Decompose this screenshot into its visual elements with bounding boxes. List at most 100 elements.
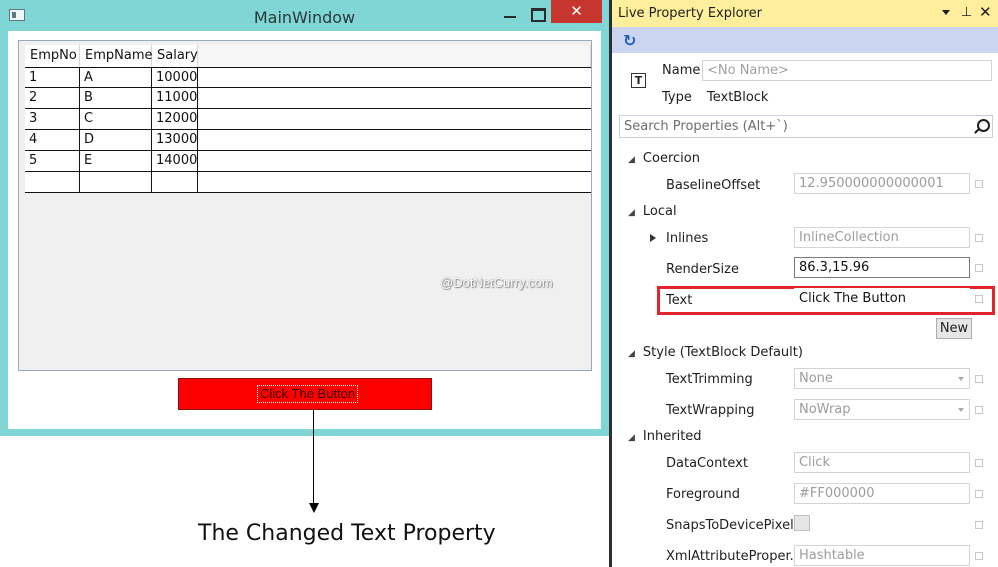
search-placeholder: Search Properties (Alt+`): [624, 119, 788, 134]
close-icon[interactable]: ✕: [979, 3, 992, 21]
row-filler: [198, 109, 591, 129]
prop-value-text[interactable]: Click The Button: [794, 288, 970, 309]
prop-value-textwrapping[interactable]: NoWrap: [794, 399, 970, 420]
prop-value-baselineoffset: 12.950000000000001: [794, 173, 970, 194]
row-filler: [198, 68, 591, 87]
category-inherited[interactable]: ◢ Inherited: [628, 429, 702, 444]
cell-empno[interactable]: 4: [25, 130, 80, 150]
cell-empname[interactable]: D: [80, 130, 152, 150]
cell-empno[interactable]: 5: [25, 151, 80, 171]
main-window-titlebar[interactable]: MainWindow ✕: [0, 0, 609, 32]
collapse-icon[interactable]: ◢: [628, 155, 635, 165]
lpe-toolbar: ↻: [612, 27, 998, 53]
column-header-empname[interactable]: EmpName: [80, 45, 152, 67]
prop-label-rendersize: RenderSize: [666, 262, 739, 277]
lpe-titlebar[interactable]: Live Property Explorer ⊥ ✕: [612, 0, 998, 27]
collapse-icon[interactable]: ◢: [628, 208, 635, 218]
table-row[interactable]: 5 E 14000: [25, 151, 591, 172]
table-row[interactable]: 4 D 13000: [25, 130, 591, 151]
property-marker-icon[interactable]: [975, 264, 983, 272]
prop-label-datacontext: DataContext: [666, 456, 748, 471]
column-header-salary[interactable]: Salary: [152, 45, 198, 67]
snapstodevicepixels-checkbox[interactable]: [794, 515, 810, 531]
category-style[interactable]: ◢ Style (TextBlock Default): [628, 345, 803, 360]
cell-salary[interactable]: 14000: [152, 151, 198, 171]
row-filler: [198, 88, 591, 108]
category-label: Local: [642, 204, 677, 219]
prop-value-xmlattributeproperties: Hashtable: [794, 545, 970, 566]
property-marker-icon[interactable]: [975, 180, 983, 188]
datagrid-body: 1 A 10000 2 B 11000 3 C 12000 4 D 13000 …: [25, 67, 591, 193]
new-item-row[interactable]: [25, 172, 591, 193]
property-marker-icon[interactable]: [975, 490, 983, 498]
header-filler: [198, 45, 591, 67]
type-label: Type: [662, 90, 692, 105]
lpe-title: Live Property Explorer: [618, 6, 762, 21]
property-marker-icon[interactable]: [975, 375, 983, 383]
cell-empno[interactable]: [25, 172, 80, 192]
table-row[interactable]: 2 B 11000: [25, 88, 591, 109]
search-properties-input[interactable]: Search Properties (Alt+`): [619, 115, 993, 138]
cell-salary[interactable]: 10000: [152, 68, 198, 87]
textblock-type-icon: T: [631, 73, 646, 88]
cell-salary[interactable]: 13000: [152, 130, 198, 150]
button-label: Click The Button: [257, 385, 359, 403]
cell-empname[interactable]: B: [80, 88, 152, 108]
cell-empno[interactable]: 1: [25, 68, 80, 87]
name-field[interactable]: <No Name>: [702, 60, 992, 81]
dropdown-arrow-icon[interactable]: [942, 10, 950, 15]
expand-icon[interactable]: [650, 234, 656, 242]
property-marker-icon[interactable]: [975, 552, 983, 560]
maximize-button[interactable]: [526, 2, 552, 26]
prop-label-snapstodevicepixels: SnapsToDevicePixels: [666, 518, 801, 533]
cell-salary[interactable]: [152, 172, 198, 192]
row-filler: [198, 130, 591, 150]
prop-label-inlines: Inlines: [666, 231, 709, 246]
pin-icon[interactable]: ⊥: [961, 5, 972, 20]
cell-empno[interactable]: 3: [25, 109, 80, 129]
prop-label-textwrapping: TextWrapping: [666, 403, 755, 418]
column-header-empno[interactable]: EmpNo: [25, 45, 80, 67]
prop-value-texttrimming[interactable]: None: [794, 368, 970, 389]
prop-label-text: Text: [666, 293, 693, 308]
prop-value-datacontext: Click: [794, 452, 970, 473]
refresh-icon[interactable]: ↻: [623, 31, 636, 50]
category-label: Inherited: [642, 429, 702, 444]
annotation-arrow-head: [309, 503, 319, 513]
property-marker-icon[interactable]: [975, 406, 983, 414]
table-row[interactable]: 1 A 10000: [25, 67, 591, 88]
cell-empname[interactable]: C: [80, 109, 152, 129]
collapse-icon[interactable]: ◢: [628, 433, 635, 443]
name-label: Name: [662, 63, 701, 78]
watermark-text: @DotNetCurry.com: [440, 275, 553, 290]
property-marker-icon[interactable]: [975, 459, 983, 467]
search-icon[interactable]: [977, 119, 990, 132]
new-button[interactable]: New: [936, 318, 972, 339]
prop-value-rendersize[interactable]: 86.3,15.96: [794, 257, 970, 278]
employee-datagrid[interactable]: EmpNo EmpName Salary 1 A 10000 2 B 11000…: [18, 40, 592, 371]
click-the-button[interactable]: Click The Button: [178, 378, 432, 410]
property-marker-icon[interactable]: [975, 521, 983, 529]
cell-empname[interactable]: E: [80, 151, 152, 171]
minimize-button[interactable]: [498, 2, 524, 26]
property-marker-icon[interactable]: [975, 295, 983, 303]
prop-label-foreground: Foreground: [666, 487, 741, 502]
datagrid-header: EmpNo EmpName Salary: [25, 45, 591, 67]
collapse-icon[interactable]: ◢: [628, 349, 635, 359]
close-button[interactable]: ✕: [551, 0, 602, 23]
cell-salary[interactable]: 11000: [152, 88, 198, 108]
prop-label-texttrimming: TextTrimming: [666, 372, 753, 387]
cell-empno[interactable]: 2: [25, 88, 80, 108]
cell-empname[interactable]: [80, 172, 152, 192]
property-marker-icon[interactable]: [975, 234, 983, 242]
prop-label-xmlattributeproperties: XmlAttributeProper...: [666, 549, 803, 564]
prop-value-foreground: #FF000000: [794, 483, 970, 504]
category-local[interactable]: ◢ Local: [628, 204, 677, 219]
cell-empname[interactable]: A: [80, 68, 152, 87]
annotation-caption: The Changed Text Property: [198, 521, 496, 546]
category-coercion[interactable]: ◢ Coercion: [628, 151, 700, 166]
cell-salary[interactable]: 12000: [152, 109, 198, 129]
annotation-arrow-line: [313, 410, 314, 503]
live-property-explorer: Live Property Explorer ⊥ ✕ ↻ T Name <No …: [612, 0, 998, 567]
table-row[interactable]: 3 C 12000: [25, 109, 591, 130]
